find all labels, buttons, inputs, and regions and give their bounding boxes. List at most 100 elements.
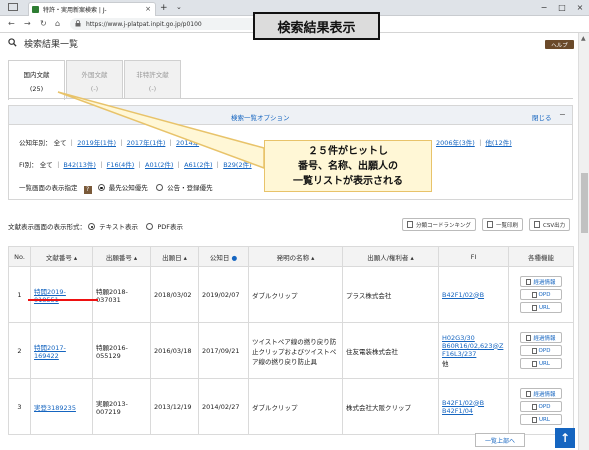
col-header-sortable[interactable]: 文献番号 ▴: [30, 246, 93, 267]
fi-link[interactable]: B60R16/02,623@Z: [442, 342, 503, 350]
tab-label: 非特許文献: [136, 71, 169, 79]
document-icon: [532, 360, 538, 367]
fi-link[interactable]: B42F1/02@B: [442, 291, 484, 299]
fi-filter-all[interactable]: 全て: [40, 161, 53, 169]
url-button[interactable]: URL: [520, 414, 562, 425]
fi-filter-link[interactable]: B29(2件): [223, 161, 251, 169]
col-header-sortable[interactable]: 出願人/権利者 ▴: [342, 246, 439, 267]
publication-date: 2017/09/21: [198, 322, 249, 379]
col-header-sortable[interactable]: 出願日 ▴: [150, 246, 199, 267]
page-banner: 検索結果表示: [253, 12, 380, 40]
new-tab-button[interactable]: +: [160, 3, 168, 13]
csv-export-button[interactable]: CSV出力: [529, 218, 571, 231]
help-question-icon[interactable]: ?: [83, 186, 92, 194]
year-filter-link[interactable]: 2006年(3件): [436, 139, 475, 147]
reload-icon[interactable]: ↻: [40, 19, 47, 28]
row-number: 2: [8, 322, 31, 379]
opd-button[interactable]: OPD: [520, 289, 562, 300]
table-row: 3 実登3189235 実願2013-007219 2013/12/19 201…: [8, 378, 574, 435]
col-header-sortable[interactable]: 公知日 ●: [198, 246, 249, 267]
col-header-sortable[interactable]: 出願番号 ▴: [92, 246, 151, 267]
year-filter-link[interactable]: 他(12件): [485, 139, 511, 147]
classification-ranking-button[interactable]: 分類コードランキング: [402, 218, 476, 231]
fi-filter-link[interactable]: B42(13件): [63, 161, 96, 169]
progress-info-button[interactable]: 経過情報: [520, 332, 562, 343]
options-title[interactable]: 検索一覧オプション: [231, 112, 290, 122]
fi-more: 他: [442, 359, 449, 368]
browser-tab[interactable]: 特許・実用新案検索 | J- ×: [28, 2, 156, 16]
help-label: ヘルプ: [551, 42, 568, 49]
application-number: 特願2016-055129: [92, 322, 151, 379]
url-button[interactable]: URL: [520, 302, 562, 313]
year-filter-all[interactable]: 全て: [54, 139, 67, 147]
help-button[interactable]: ヘルプ: [545, 40, 574, 49]
opd-button[interactable]: OPD: [520, 401, 562, 412]
radio-earliest-first[interactable]: [97, 184, 105, 191]
invention-title: ダブルクリップ: [248, 266, 343, 323]
fi-filter-link[interactable]: A01(2件): [145, 161, 173, 169]
maximize-button[interactable]: □: [553, 0, 571, 16]
back-icon[interactable]: ←: [8, 19, 15, 28]
tab-foreign-docs[interactable]: 外国文献 (-): [66, 60, 123, 98]
tab-non-patent-docs[interactable]: 非特許文献 (-): [124, 60, 181, 98]
col-header-sortable[interactable]: 発明の名称 ▴: [248, 246, 343, 267]
url-button[interactable]: URL: [520, 358, 562, 369]
scroll-up-icon[interactable]: ▲: [581, 35, 586, 42]
fi-link[interactable]: F16L3/237: [442, 350, 476, 358]
collapse-icon[interactable]: −: [559, 110, 566, 119]
year-filter-link[interactable]: 2014年: [176, 139, 199, 147]
year-filter-link[interactable]: 2019年(1件): [77, 139, 116, 147]
radio-label: PDF表示: [157, 223, 183, 231]
vertical-scrollbar[interactable]: ▲: [578, 33, 589, 450]
options-close-link[interactable]: 閉じる: [532, 112, 552, 122]
forward-icon[interactable]: →: [24, 19, 31, 28]
minimize-button[interactable]: −: [535, 0, 553, 16]
document-icon: [531, 347, 537, 354]
home-icon[interactable]: ⌂: [55, 19, 60, 28]
window-menu-icon[interactable]: [8, 3, 18, 11]
document-icon: [532, 304, 538, 311]
applicant: プラス株式会社: [342, 266, 439, 323]
scrollbar-thumb[interactable]: [581, 173, 588, 233]
tab-list-chevron-icon[interactable]: ⌄: [176, 3, 182, 11]
button-label: CSV出力: [543, 222, 566, 229]
opd-button[interactable]: OPD: [520, 345, 562, 356]
table-row: 1 特開2019-018551 特願2018-037031 2018/03/02…: [8, 266, 574, 323]
doc-number-link[interactable]: 実登3189235: [34, 404, 76, 412]
callout-line: 一覧リストが表示される: [293, 175, 403, 187]
button-label: 経過情報: [533, 279, 556, 286]
print-list-button[interactable]: 一覧印刷: [482, 218, 524, 231]
progress-info-button[interactable]: 経過情報: [520, 276, 562, 287]
button-label: 経過情報: [533, 391, 556, 398]
fi-link[interactable]: H02G3/30: [442, 334, 475, 342]
tab-count: (25): [29, 85, 44, 93]
document-icon: [526, 278, 532, 285]
tab-label: 外国文献: [81, 71, 108, 79]
close-window-button[interactable]: ×: [571, 0, 589, 16]
col-header: FI: [438, 246, 509, 267]
options-header[interactable]: 検索一覧オプション 閉じる −: [9, 106, 572, 125]
fi-filter-link[interactable]: F16(4件): [107, 161, 135, 169]
progress-info-button[interactable]: 経過情報: [520, 388, 562, 399]
radio-registration-first[interactable]: [156, 184, 163, 191]
display-spec-row: 一覧画面の表示指定 ? 最先公知優先 公告・登録優先: [19, 182, 213, 194]
radio-text-display[interactable]: [88, 223, 96, 230]
radio-pdf-display[interactable]: [146, 223, 154, 230]
col-header-label: 公知日: [209, 253, 230, 262]
fi-link[interactable]: B42F1/02@B: [442, 399, 484, 407]
document-icon: [526, 390, 532, 397]
scroll-top-arrow-icon[interactable]: ↑: [555, 428, 575, 448]
col-header-label: 出願番号: [105, 253, 132, 262]
invention-title: ツイストペア線の撚り戻り防止クリップおよびツイストペア線の撚り戻り防止具: [248, 322, 343, 379]
tab-close-icon[interactable]: ×: [145, 5, 151, 13]
button-label: OPD: [538, 291, 551, 298]
year-filter-link[interactable]: 2017年(1件): [127, 139, 166, 147]
row-number: 3: [8, 378, 31, 435]
applicant: 株式会社大阪クリップ: [342, 378, 439, 435]
doc-number-link[interactable]: 特開2017-169422: [34, 344, 66, 360]
back-to-top-button[interactable]: 一覧上部へ: [475, 433, 525, 447]
tab-domestic-docs[interactable]: 国内文献 (25): [8, 60, 65, 100]
doc-number-link[interactable]: 特開2019-018551: [34, 288, 66, 304]
fi-filter-link[interactable]: A61(2件): [184, 161, 212, 169]
fi-link[interactable]: B42F1/04: [442, 407, 473, 415]
